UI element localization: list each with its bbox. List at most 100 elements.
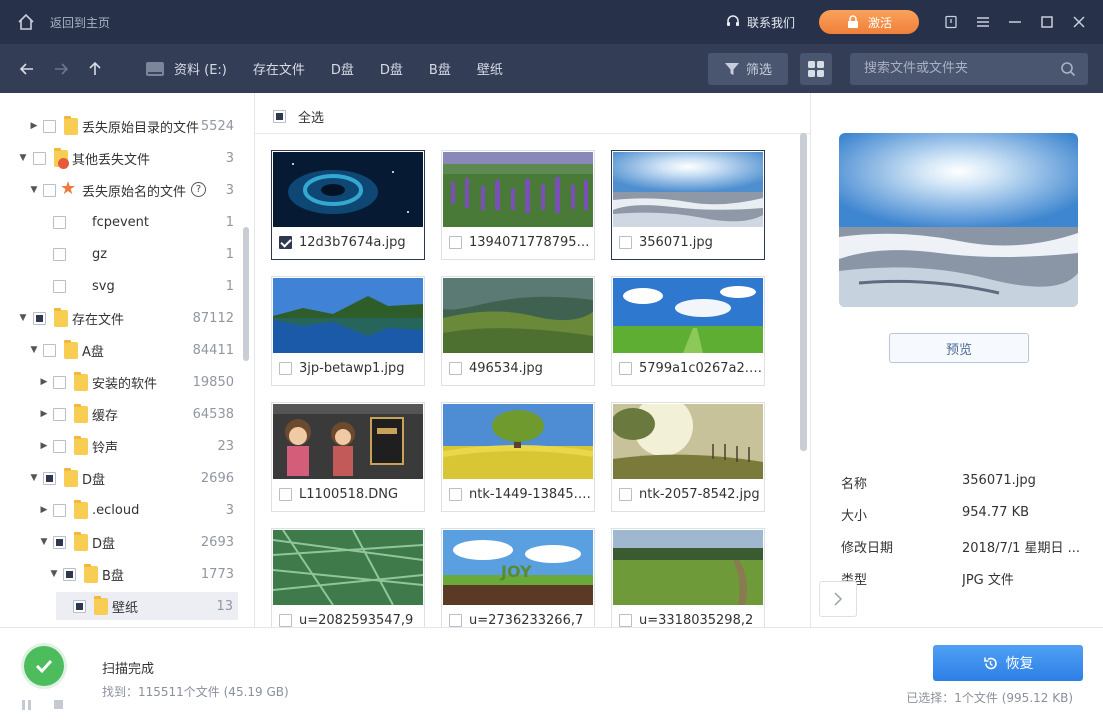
tree-checkbox[interactable] [53, 535, 66, 549]
preview-button[interactable]: 预览 [889, 333, 1029, 363]
tree-item-selected[interactable]: 壁纸 13 [56, 592, 238, 620]
file-checkbox[interactable] [619, 236, 632, 249]
file-tile[interactable]: 3jp-betawp1.jpg [271, 276, 425, 386]
breadcrumb-item[interactable]: 壁纸 [477, 59, 503, 78]
file-tile[interactable]: L1100518.DNG [271, 402, 425, 512]
tree-item[interactable]: ▼ B盘 1773 [0, 560, 240, 588]
file-checkbox[interactable] [619, 362, 632, 375]
tree-checkbox[interactable] [53, 375, 66, 389]
tree-item[interactable]: ▼ 存在文件 87112 [0, 304, 240, 332]
tree-checkbox[interactable] [43, 119, 56, 133]
file-checkbox[interactable] [279, 614, 292, 627]
tree-checkbox[interactable] [63, 567, 76, 581]
feedback-button[interactable] [935, 0, 967, 44]
collapse-arrow-icon[interactable]: ▼ [29, 185, 39, 195]
breadcrumb-item[interactable]: 资料 (E:) [174, 59, 227, 78]
tree-item[interactable]: ▼ ★ 丢失原始名的文件 ? 3 [0, 176, 240, 204]
tree-item[interactable]: ▶ 缓存 64538 [0, 400, 240, 428]
file-tile[interactable]: 12d3b7674a.jpg [271, 150, 425, 260]
file-checkbox[interactable] [279, 488, 292, 501]
file-tile[interactable]: u=3318035298,2 [611, 528, 765, 627]
file-tile[interactable]: 496534.jpg [441, 276, 595, 386]
tree-checkbox[interactable] [53, 215, 66, 229]
tree-checkbox[interactable] [43, 183, 56, 197]
tree-scrollbar[interactable] [243, 227, 249, 361]
file-tile[interactable]: JOY u=2736233266,7 [441, 528, 595, 627]
maximize-button[interactable] [1031, 0, 1063, 44]
up-button[interactable] [78, 44, 112, 93]
menu-button[interactable] [967, 0, 999, 44]
collapse-arrow-icon[interactable]: ▼ [29, 473, 39, 483]
tree-checkbox[interactable] [43, 343, 56, 357]
breadcrumb-item[interactable]: D盘 [380, 59, 403, 78]
tree-item[interactable]: ▼ 其他丢失文件 3 [0, 144, 240, 172]
file-tile[interactable]: 5799a1c0267a2.jpg [611, 276, 765, 386]
tree-checkbox[interactable] [53, 439, 66, 453]
tree-item[interactable]: ▶ .ecloud 3 [0, 496, 240, 524]
expand-arrow-icon[interactable]: ▶ [39, 409, 49, 419]
collapse-arrow-icon[interactable]: ▼ [49, 569, 59, 579]
forward-button[interactable] [44, 44, 78, 93]
expand-arrow-icon[interactable]: ▶ [39, 505, 49, 515]
collapse-arrow-icon[interactable]: ▼ [18, 153, 28, 163]
activate-button[interactable]: 激活 [819, 10, 919, 34]
file-tile-selected[interactable]: 356071.jpg [611, 150, 765, 260]
tree-item[interactable]: gz 1 [0, 240, 240, 268]
tree-item[interactable]: ▼ A盘 84411 [0, 336, 240, 364]
tree-checkbox[interactable] [33, 311, 46, 325]
breadcrumb-item[interactable]: D盘 [331, 59, 354, 78]
back-button[interactable] [10, 44, 44, 93]
file-tile[interactable]: ntk-2057-8542.jpg [611, 402, 765, 512]
filter-button[interactable]: 筛选 [708, 52, 788, 85]
tree-item[interactable]: fcpevent 1 [0, 208, 240, 236]
search-icon[interactable] [1060, 61, 1076, 77]
tree-checkbox[interactable] [53, 503, 66, 517]
tree-item[interactable]: ▶ 铃声 23 [0, 432, 240, 460]
breadcrumb-item[interactable]: B盘 [429, 59, 451, 78]
grid-scrollbar[interactable] [800, 133, 807, 451]
tree-item[interactable]: ▼ D盘 2696 [0, 464, 240, 492]
file-checkbox[interactable] [619, 614, 632, 627]
tree-checkbox[interactable] [73, 599, 86, 613]
file-tile[interactable]: u=2082593547,9 [271, 528, 425, 627]
minimize-button[interactable] [999, 0, 1031, 44]
expand-arrow-icon[interactable]: ▶ [29, 121, 39, 131]
file-tile[interactable]: 1394071778795.jpg [441, 150, 595, 260]
tree-item[interactable]: ▶ 丢失原始目录的文件 5524 [0, 112, 240, 140]
tree-checkbox[interactable] [53, 247, 66, 261]
tree-checkbox[interactable] [43, 471, 56, 485]
grid-view-button[interactable] [800, 52, 832, 85]
expand-arrow-icon[interactable]: ▶ [39, 377, 49, 387]
file-checkbox[interactable] [279, 362, 292, 375]
tree-item[interactable]: ▼ D盘 2693 [0, 528, 240, 556]
tree-checkbox[interactable] [33, 151, 46, 165]
file-checkbox[interactable] [449, 488, 462, 501]
file-checkbox[interactable] [449, 362, 462, 375]
select-all-checkbox[interactable] [273, 110, 286, 123]
file-checkbox[interactable] [279, 236, 292, 249]
next-page-button[interactable] [819, 581, 857, 617]
stop-icon[interactable] [54, 700, 63, 709]
file-checkbox[interactable] [619, 488, 632, 501]
tree-item[interactable]: svg 1 [0, 272, 240, 300]
select-all[interactable]: 全选 [273, 107, 324, 126]
pause-icon[interactable] [28, 700, 31, 710]
tree-checkbox[interactable] [53, 279, 66, 293]
recover-button[interactable]: 恢复 [933, 645, 1083, 681]
pause-icon[interactable] [22, 700, 25, 710]
breadcrumb-item[interactable]: 存在文件 [253, 59, 305, 78]
tree-item[interactable]: ▶ 安装的软件 19850 [0, 368, 240, 396]
file-checkbox[interactable] [449, 236, 462, 249]
collapse-arrow-icon[interactable]: ▼ [29, 345, 39, 355]
tree-checkbox[interactable] [53, 407, 66, 421]
close-button[interactable] [1063, 0, 1095, 44]
help-icon[interactable]: ? [191, 182, 206, 197]
collapse-arrow-icon[interactable]: ▼ [18, 313, 28, 323]
home-button[interactable]: 返回到主页 [16, 12, 110, 32]
collapse-arrow-icon[interactable]: ▼ [39, 537, 49, 547]
file-checkbox[interactable] [449, 614, 462, 627]
contact-us-button[interactable]: 联系我们 [725, 14, 795, 31]
file-tile[interactable]: ntk-1449-13845.jpg [441, 402, 595, 512]
expand-arrow-icon[interactable]: ▶ [39, 441, 49, 451]
search-input[interactable] [850, 52, 1060, 85]
